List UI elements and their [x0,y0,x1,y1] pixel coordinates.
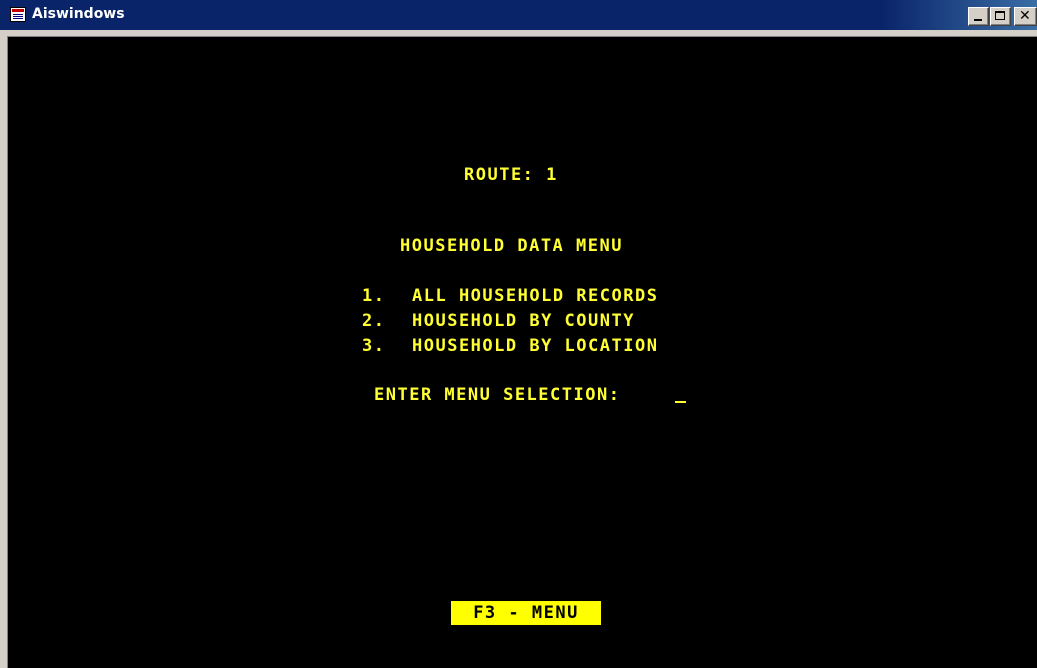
close-icon: ✕ [1019,8,1031,24]
menu-option-all-household-records: ALL HOUSEHOLD RECORDS [412,286,659,306]
minimize-button[interactable] [968,7,989,26]
text-cursor [675,401,686,403]
title-bar[interactable]: Aiswindows ✕ [0,0,1037,30]
route-label: ROUTE: 1 [464,165,558,185]
menu-option-household-by-location: HOUSEHOLD BY LOCATION [412,336,659,356]
menu-option-household-by-county: HOUSEHOLD BY COUNTY [412,311,635,331]
minimize-icon [974,19,982,21]
maximize-icon [995,11,1005,20]
close-button[interactable]: ✕ [1014,7,1037,26]
menu-option-number-2: 2. [362,311,386,331]
f3-menu-key[interactable]: F3 - MENU [451,601,601,625]
menu-selection-prompt: ENTER MENU SELECTION: [374,385,621,405]
menu-option-number-1: 1. [362,286,386,306]
app-icon[interactable] [10,7,26,22]
application-window: Aiswindows ✕ ROUTE: 1 HOUSEHOLD DATA MEN… [0,0,1037,668]
menu-option-number-3: 3. [362,336,386,356]
window-title: Aiswindows [32,6,125,22]
menu-title: HOUSEHOLD DATA MENU [400,236,623,256]
maximize-button[interactable] [990,7,1011,26]
terminal-screen[interactable]: ROUTE: 1 HOUSEHOLD DATA MENU 1. ALL HOUS… [7,36,1037,668]
